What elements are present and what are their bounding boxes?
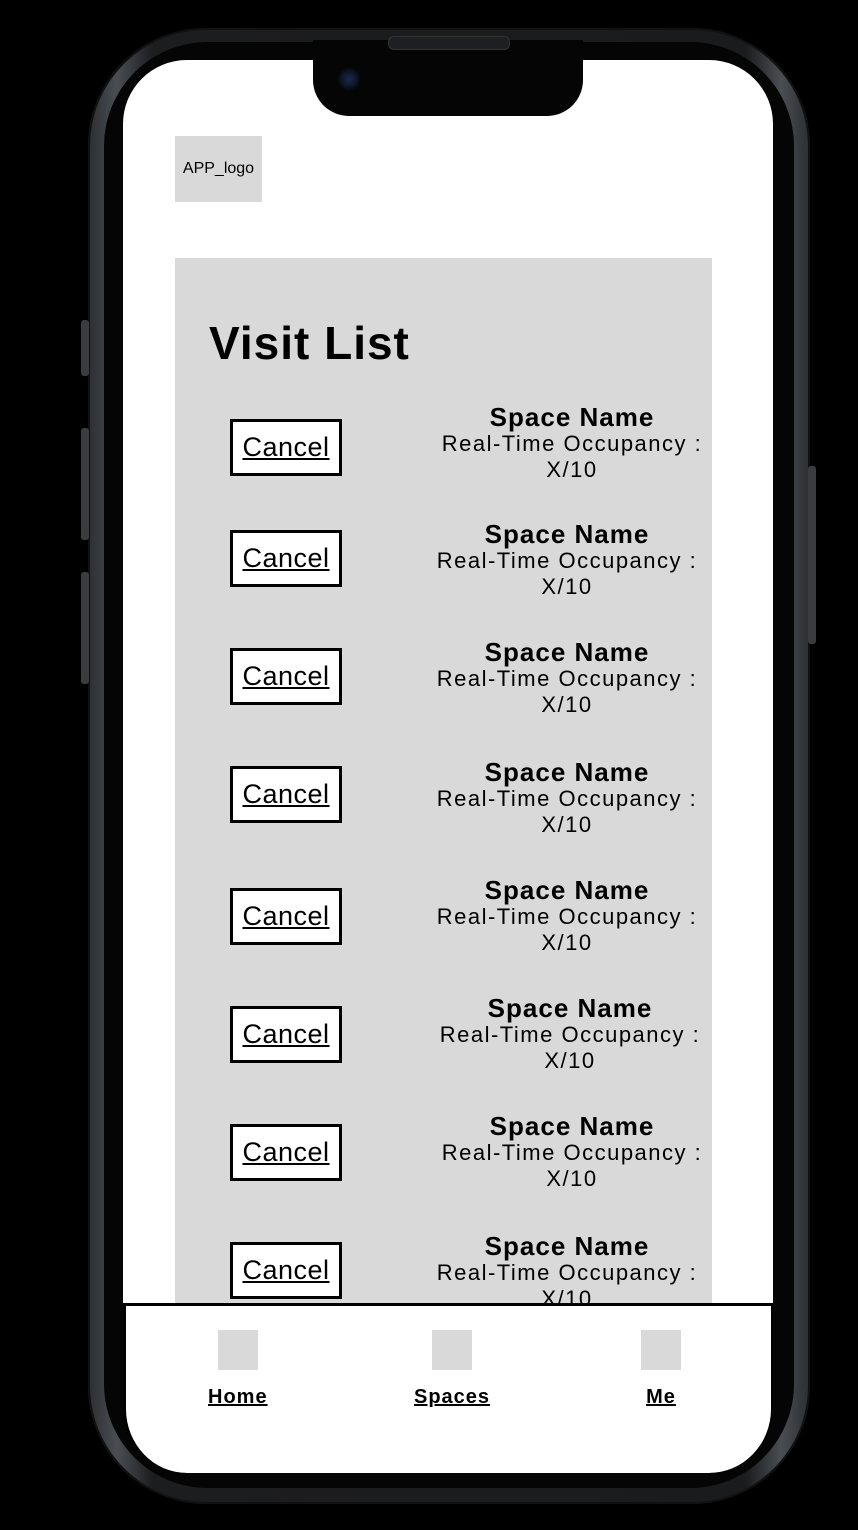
space-name: Space Name	[484, 875, 650, 905]
occupancy-value: X/10	[541, 574, 593, 599]
space-name: Space Name	[484, 637, 650, 667]
profile-icon	[641, 1330, 681, 1370]
space-info: Space Name Real-Time Occupancy : X/10	[427, 758, 707, 838]
list-item: Cancel Space Name Real-Time Occupancy : …	[175, 876, 712, 966]
space-name: Space Name	[484, 1231, 650, 1261]
space-info: Space Name Real-Time Occupancy : X/10	[432, 1112, 712, 1192]
space-info: Space Name Real-Time Occupancy : X/10	[427, 876, 707, 956]
app-logo: APP_logo	[175, 136, 262, 202]
occupancy-label: Real-Time Occupancy :	[436, 1260, 698, 1285]
nav-item-home[interactable]: Home	[208, 1330, 268, 1409]
occupancy-value: X/10	[546, 1166, 598, 1191]
space-info: Space Name Real-Time Occupancy : X/10	[427, 638, 707, 718]
occupancy-value: X/10	[544, 1048, 596, 1073]
occupancy-value: X/10	[541, 1286, 593, 1303]
page-title: Visit List	[209, 317, 410, 369]
cancel-button[interactable]: Cancel	[230, 1006, 342, 1063]
space-info: Space Name Real-Time Occupancy : X/10	[432, 403, 712, 483]
space-name: Space Name	[489, 402, 655, 432]
earpiece-speaker	[388, 36, 510, 50]
list-item: Cancel Space Name Real-Time Occupancy : …	[175, 1112, 712, 1202]
occupancy-label: Real-Time Occupancy :	[441, 1140, 703, 1165]
list-item: Cancel Space Name Real-Time Occupancy : …	[175, 520, 712, 610]
occupancy-value: X/10	[541, 692, 593, 717]
list-item: Cancel Space Name Real-Time Occupancy : …	[175, 638, 712, 728]
occupancy-value: X/10	[541, 930, 593, 955]
cancel-button[interactable]: Cancel	[230, 766, 342, 823]
space-name: Space Name	[484, 757, 650, 787]
space-info: Space Name Real-Time Occupancy : X/10	[430, 994, 710, 1074]
app-logo-label: APP_logo	[182, 160, 255, 177]
occupancy-label: Real-Time Occupancy :	[436, 548, 698, 573]
nav-item-me[interactable]: Me	[641, 1330, 681, 1409]
volume-up-button	[81, 428, 89, 540]
occupancy-label: Real-Time Occupancy :	[436, 666, 698, 691]
list-item: Cancel Space Name Real-Time Occupancy : …	[175, 1232, 712, 1303]
space-name: Space Name	[487, 993, 653, 1023]
power-button	[808, 466, 816, 644]
occupancy-label: Real-Time Occupancy :	[441, 431, 703, 456]
front-camera	[337, 67, 361, 91]
cancel-button[interactable]: Cancel	[230, 888, 342, 945]
cancel-button[interactable]: Cancel	[230, 1242, 342, 1299]
occupancy-value: X/10	[546, 457, 598, 482]
visit-list-panel: Visit List Cancel Space Name Real-Time O…	[175, 258, 712, 1303]
nav-label-home: Home	[208, 1386, 268, 1408]
space-name: Space Name	[489, 1111, 655, 1141]
cancel-button[interactable]: Cancel	[230, 530, 342, 587]
list-item: Cancel Space Name Real-Time Occupancy : …	[175, 758, 712, 848]
cancel-button[interactable]: Cancel	[230, 1124, 342, 1181]
space-name: Space Name	[484, 519, 650, 549]
silent-switch	[81, 320, 89, 376]
nav-label-me: Me	[646, 1386, 676, 1408]
cancel-button[interactable]: Cancel	[230, 419, 342, 476]
list-item: Cancel Space Name Real-Time Occupancy : …	[175, 403, 712, 493]
nav-item-spaces[interactable]: Spaces	[414, 1330, 490, 1409]
space-info: Space Name Real-Time Occupancy : X/10	[427, 520, 707, 600]
home-icon	[217, 1330, 258, 1370]
occupancy-label: Real-Time Occupancy :	[439, 1022, 701, 1047]
bottom-nav: Home Spaces Me	[123, 1303, 773, 1473]
space-info: Space Name Real-Time Occupancy : X/10	[427, 1232, 707, 1303]
occupancy-value: X/10	[541, 812, 593, 837]
list-item: Cancel Space Name Real-Time Occupancy : …	[175, 994, 712, 1084]
occupancy-label: Real-Time Occupancy :	[436, 786, 698, 811]
spaces-icon	[432, 1330, 473, 1370]
cancel-button[interactable]: Cancel	[230, 648, 342, 705]
occupancy-label: Real-Time Occupancy :	[436, 904, 698, 929]
nav-label-spaces: Spaces	[414, 1386, 491, 1408]
volume-down-button	[81, 572, 89, 684]
